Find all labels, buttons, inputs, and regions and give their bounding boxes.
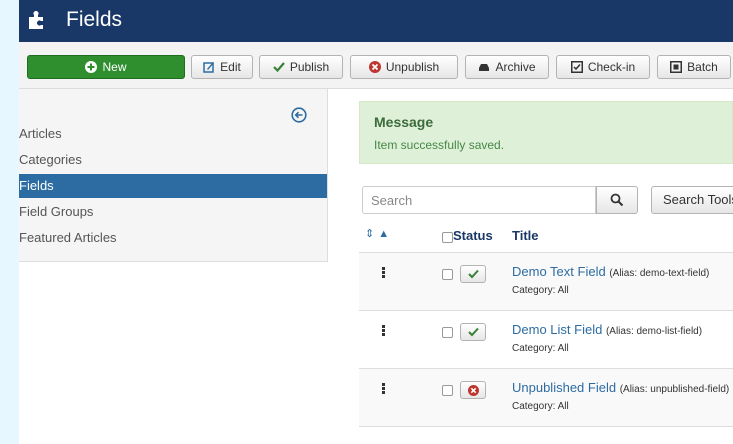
sidebar-item-label: Categories (19, 152, 82, 167)
table-row: Unpublished Field (Alias: unpublished-fi… (359, 369, 733, 427)
field-title-link[interactable]: Unpublished Field (512, 380, 616, 395)
field-alias: (Alias: demo-list-field) (605, 326, 703, 337)
drag-handle-icon[interactable] (382, 383, 385, 394)
checkin-button[interactable]: Check-in (556, 55, 650, 79)
field-category: Category: All (512, 285, 569, 296)
field-title-link[interactable]: Demo Text Field (512, 264, 606, 279)
check-icon (273, 62, 285, 73)
table-row: Demo Text Field (Alias: demo-text-field)… (359, 253, 733, 311)
sidebar-item-label: Field Groups (19, 204, 94, 219)
sidebar-item-articles[interactable]: Articles (19, 122, 327, 146)
edit-button-label: Edit (220, 60, 241, 74)
sidebar: Articles Categories Fields Field Groups … (19, 89, 328, 262)
archive-button-label: Archive (495, 60, 536, 74)
sidebar-item-label: Articles (19, 126, 62, 141)
sidebar-item-fields[interactable]: Fields (19, 174, 327, 198)
row-checkbox[interactable] (442, 269, 453, 280)
select-all-checkbox[interactable] (442, 232, 453, 243)
drag-handle-icon[interactable] (382, 267, 385, 278)
puzzle-icon (29, 11, 43, 29)
unpublish-button-label: Unpublish (385, 60, 440, 74)
published-check-icon (467, 269, 479, 279)
unpublished-x-icon (467, 384, 479, 396)
message-text: Item successfully saved. (374, 138, 505, 152)
edit-icon (203, 62, 215, 73)
field-category: Category: All (512, 401, 569, 412)
batch-icon (670, 61, 683, 73)
plus-circle-icon (85, 61, 98, 73)
toolbar: New Edit Publish Unpublish Archive Check… (19, 42, 733, 89)
row-title: Demo List Field (Alias: demo-list-field) (512, 322, 702, 337)
page-title: Fields (66, 8, 123, 31)
sidebar-item-label: Featured Articles (19, 230, 117, 245)
table-header: ⇕▲ Status Title (359, 222, 733, 253)
field-title-link[interactable]: Demo List Field (512, 322, 602, 337)
drag-handle-icon[interactable] (382, 325, 385, 336)
search-tools-button[interactable]: Search Tools (651, 186, 733, 214)
new-button[interactable]: New (27, 55, 185, 79)
row-title: Demo Text Field (Alias: demo-text-field) (512, 264, 709, 279)
unpublish-x-icon (368, 61, 381, 73)
archive-button[interactable]: Archive (465, 55, 549, 79)
row-checkbox[interactable] (442, 385, 453, 396)
search-button[interactable] (596, 186, 638, 214)
field-alias: (Alias: demo-text-field) (609, 268, 710, 279)
status-column-header[interactable]: Status (453, 228, 493, 243)
batch-button-label: Batch (687, 60, 718, 74)
new-button-label: New (102, 60, 127, 74)
app-frame: Fields New Edit Publish Unpublish Archiv… (19, 0, 733, 444)
status-toggle[interactable] (460, 323, 486, 341)
field-alias: (Alias: unpublished-field) (619, 384, 730, 395)
table-row: Demo List Field (Alias: demo-list-field)… (359, 311, 733, 369)
message-heading: Message (374, 114, 434, 130)
status-toggle[interactable] (460, 381, 486, 399)
row-checkbox[interactable] (442, 327, 453, 338)
sidebar-item-categories[interactable]: Categories (19, 148, 327, 172)
title-column-header[interactable]: Title (512, 228, 539, 243)
checkin-button-label: Check-in (587, 60, 636, 74)
status-toggle[interactable] (460, 265, 486, 283)
sidebar-item-field-groups[interactable]: Field Groups (19, 200, 327, 224)
publish-button[interactable]: Publish (259, 55, 343, 79)
collapse-sidebar-icon[interactable] (291, 107, 307, 123)
ordering-sort-icon[interactable]: ⇕▲ (365, 227, 393, 240)
success-message: Message Item successfully saved. (359, 101, 733, 164)
batch-button[interactable]: Batch (657, 55, 731, 79)
checkbox-icon (570, 61, 583, 73)
search-icon (610, 193, 624, 207)
search-input[interactable] (362, 186, 596, 214)
sidebar-item-featured-articles[interactable]: Featured Articles (19, 226, 327, 250)
published-check-icon (467, 327, 479, 337)
page-header: Fields (19, 0, 733, 42)
field-category: Category: All (512, 343, 569, 354)
unpublish-button[interactable]: Unpublish (350, 55, 458, 79)
row-title: Unpublished Field (Alias: unpublished-fi… (512, 380, 729, 395)
sidebar-item-label: Fields (19, 178, 54, 193)
edit-button[interactable]: Edit (191, 55, 253, 79)
archive-icon (479, 64, 490, 71)
publish-button-label: Publish (289, 60, 330, 74)
